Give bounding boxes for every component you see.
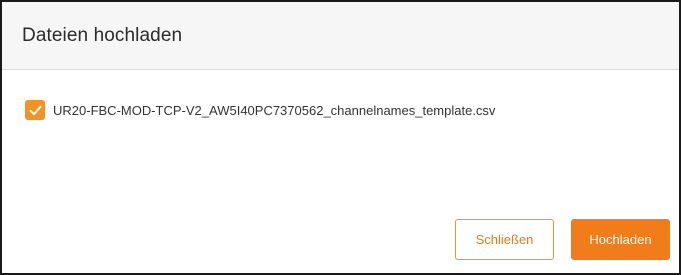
- dialog-header: Dateien hochladen: [2, 2, 679, 70]
- checkmark-icon: [29, 105, 41, 115]
- dialog-title: Dateien hochladen: [22, 24, 183, 46]
- file-checkbox[interactable]: [25, 100, 45, 120]
- dialog-body: UR20-FBC-MOD-TCP-V2_AW5I40PC7370562_chan…: [2, 70, 679, 275]
- file-list-item: UR20-FBC-MOD-TCP-V2_AW5I40PC7370562_chan…: [25, 100, 495, 120]
- close-button[interactable]: Schließen: [455, 219, 554, 260]
- file-name: UR20-FBC-MOD-TCP-V2_AW5I40PC7370562_chan…: [53, 102, 496, 118]
- upload-button[interactable]: Hochladen: [571, 219, 670, 260]
- upload-dialog: Dateien hochladen UR20-FBC-MOD-TCP-V2_AW…: [0, 0, 681, 275]
